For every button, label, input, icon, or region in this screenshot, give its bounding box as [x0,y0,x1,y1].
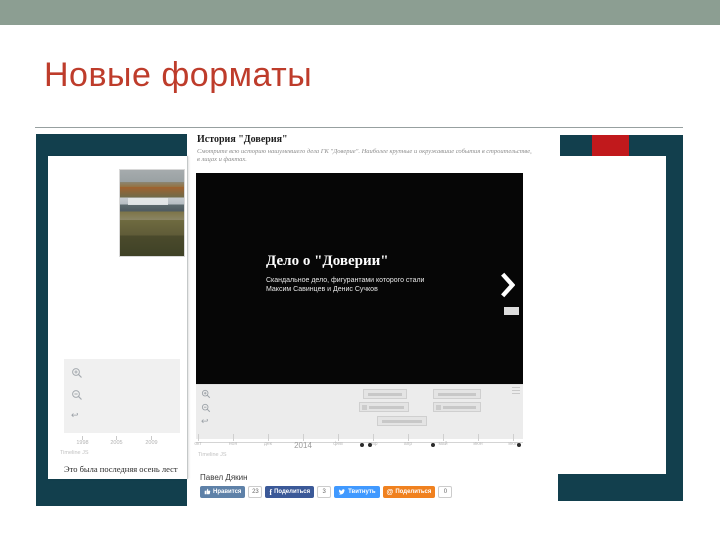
vk-like-button[interactable]: Нравится [200,486,246,498]
media-subtitle-line2: Максим Савинцев и Денис Сучков [266,286,378,293]
previous-page-panel: ↩ 1998 2005 2009 Timeline JS Это была по… [48,156,188,479]
back-button[interactable]: ↩ [201,417,209,426]
twitter-tweet-button[interactable]: Твитнуть [334,486,380,498]
slide-nav-thumb [504,307,519,315]
timeline-event-dot[interactable] [368,443,372,447]
magnifier-minus-icon [71,390,83,403]
axis-tick-label: 2009 [145,440,158,446]
share-buttons-row: Нравится 23 f Поделиться 3 Твитнуть @ По… [200,486,453,498]
axis-tick: май [433,434,453,447]
axis-tick-label: 1998 [76,440,89,446]
next-slide-button[interactable] [497,271,517,301]
timeline-event-flag[interactable] [377,416,427,426]
mini-timeline-axis: 1998 2005 2009 [48,436,187,450]
site-frame-right [666,135,683,501]
facebook-f-icon: f [269,487,273,497]
timeline-event-flag[interactable] [433,402,481,412]
at-sign-icon: @ [386,488,394,496]
axis-tick-label: 2005 [110,440,123,446]
article-photo [119,169,185,257]
timeline-navigation: ↩ [196,384,523,439]
vk-like-count: 23 [248,486,263,498]
twitter-bird-icon [338,488,346,497]
media-subtitle-line1: Скандальное дело, фигурантами которого с… [266,277,425,284]
return-arrow-icon: ↩ [71,410,79,420]
mini-timeline-panel: ↩ [64,359,180,433]
timeline-event-flag[interactable] [359,402,409,412]
article-subtitle: Смотрите всю историю нашумевшего дела ГК… [197,148,542,164]
author-name: Павел Дякин [200,473,248,482]
site-logo-red[interactable] [592,135,629,156]
article-heading: История "Доверия" [197,134,288,145]
axis-tick: дек [258,434,278,447]
timeline-event-flag[interactable] [433,389,481,399]
axis-tick: мар [363,434,383,447]
timeline-attribution[interactable]: Timeline JS [60,450,89,456]
slide-title: Новые форматы [44,56,313,94]
slide-header-band [0,0,720,25]
zoom-in-button[interactable] [71,367,83,381]
article-subtitle-line1: Смотрите всю историю нашумевшего дела ГК… [197,148,532,155]
site-frame-bottom-right [558,474,683,501]
presentation-slide: Новые форматы История "Доверия" Смотрите… [0,0,720,540]
magnifier-plus-icon [71,368,83,381]
zoom-out-button[interactable] [71,389,83,403]
timeline-event-flag[interactable] [363,389,407,399]
timeline-event-dot[interactable] [431,443,435,447]
mailru-share-button[interactable]: @ Поделиться [382,486,436,498]
facebook-share-button[interactable]: f Поделиться [265,486,315,498]
timeline-event-dot[interactable] [360,443,364,447]
axis-tick-year: 2014 [293,434,313,450]
photo-building [128,198,168,205]
article-page: История "Доверия" Смотрите всю историю н… [187,128,666,506]
magnifier-minus-icon [201,403,211,415]
back-button[interactable]: ↩ [71,411,79,420]
thumb-up-icon [204,488,211,497]
site-frame-left [36,134,48,479]
magnifier-plus-icon [201,389,211,401]
website-screenshot: История "Доверия" Смотрите всю историю н… [35,127,683,506]
scrollbar-grip[interactable] [512,387,520,395]
chevron-right-icon [499,272,516,301]
zoom-out-button[interactable] [201,403,211,415]
axis-tick: ноя [223,434,243,447]
facebook-share-count: 3 [317,486,332,498]
article-subtitle-line2: в лицах и фактах. [197,156,247,163]
return-arrow-icon: ↩ [201,416,209,426]
site-frame-top-left [36,134,187,156]
zoom-in-button[interactable] [201,389,211,401]
site-frame-bottom-left [36,479,187,506]
timeline-event-dot[interactable] [517,443,521,447]
timeline-attribution[interactable]: Timeline JS [198,452,227,458]
event-photo-icon [362,405,367,410]
media-slide-title: Дело о "Доверии" [266,253,389,269]
media-slide-subtitle: Скандальное дело, фигурантами которого с… [266,276,424,294]
media-slide: Дело о "Доверии" Скандальное дело, фигур… [196,173,523,384]
axis-tick: апр [398,434,418,447]
mailru-share-count: 0 [438,486,453,498]
event-photo-icon [436,405,441,410]
article-caption: Это была последняя осень лест [64,464,178,474]
axis-tick: июн [468,434,488,447]
axis-tick: фев [328,434,348,447]
axis-tick: окт [188,434,208,447]
